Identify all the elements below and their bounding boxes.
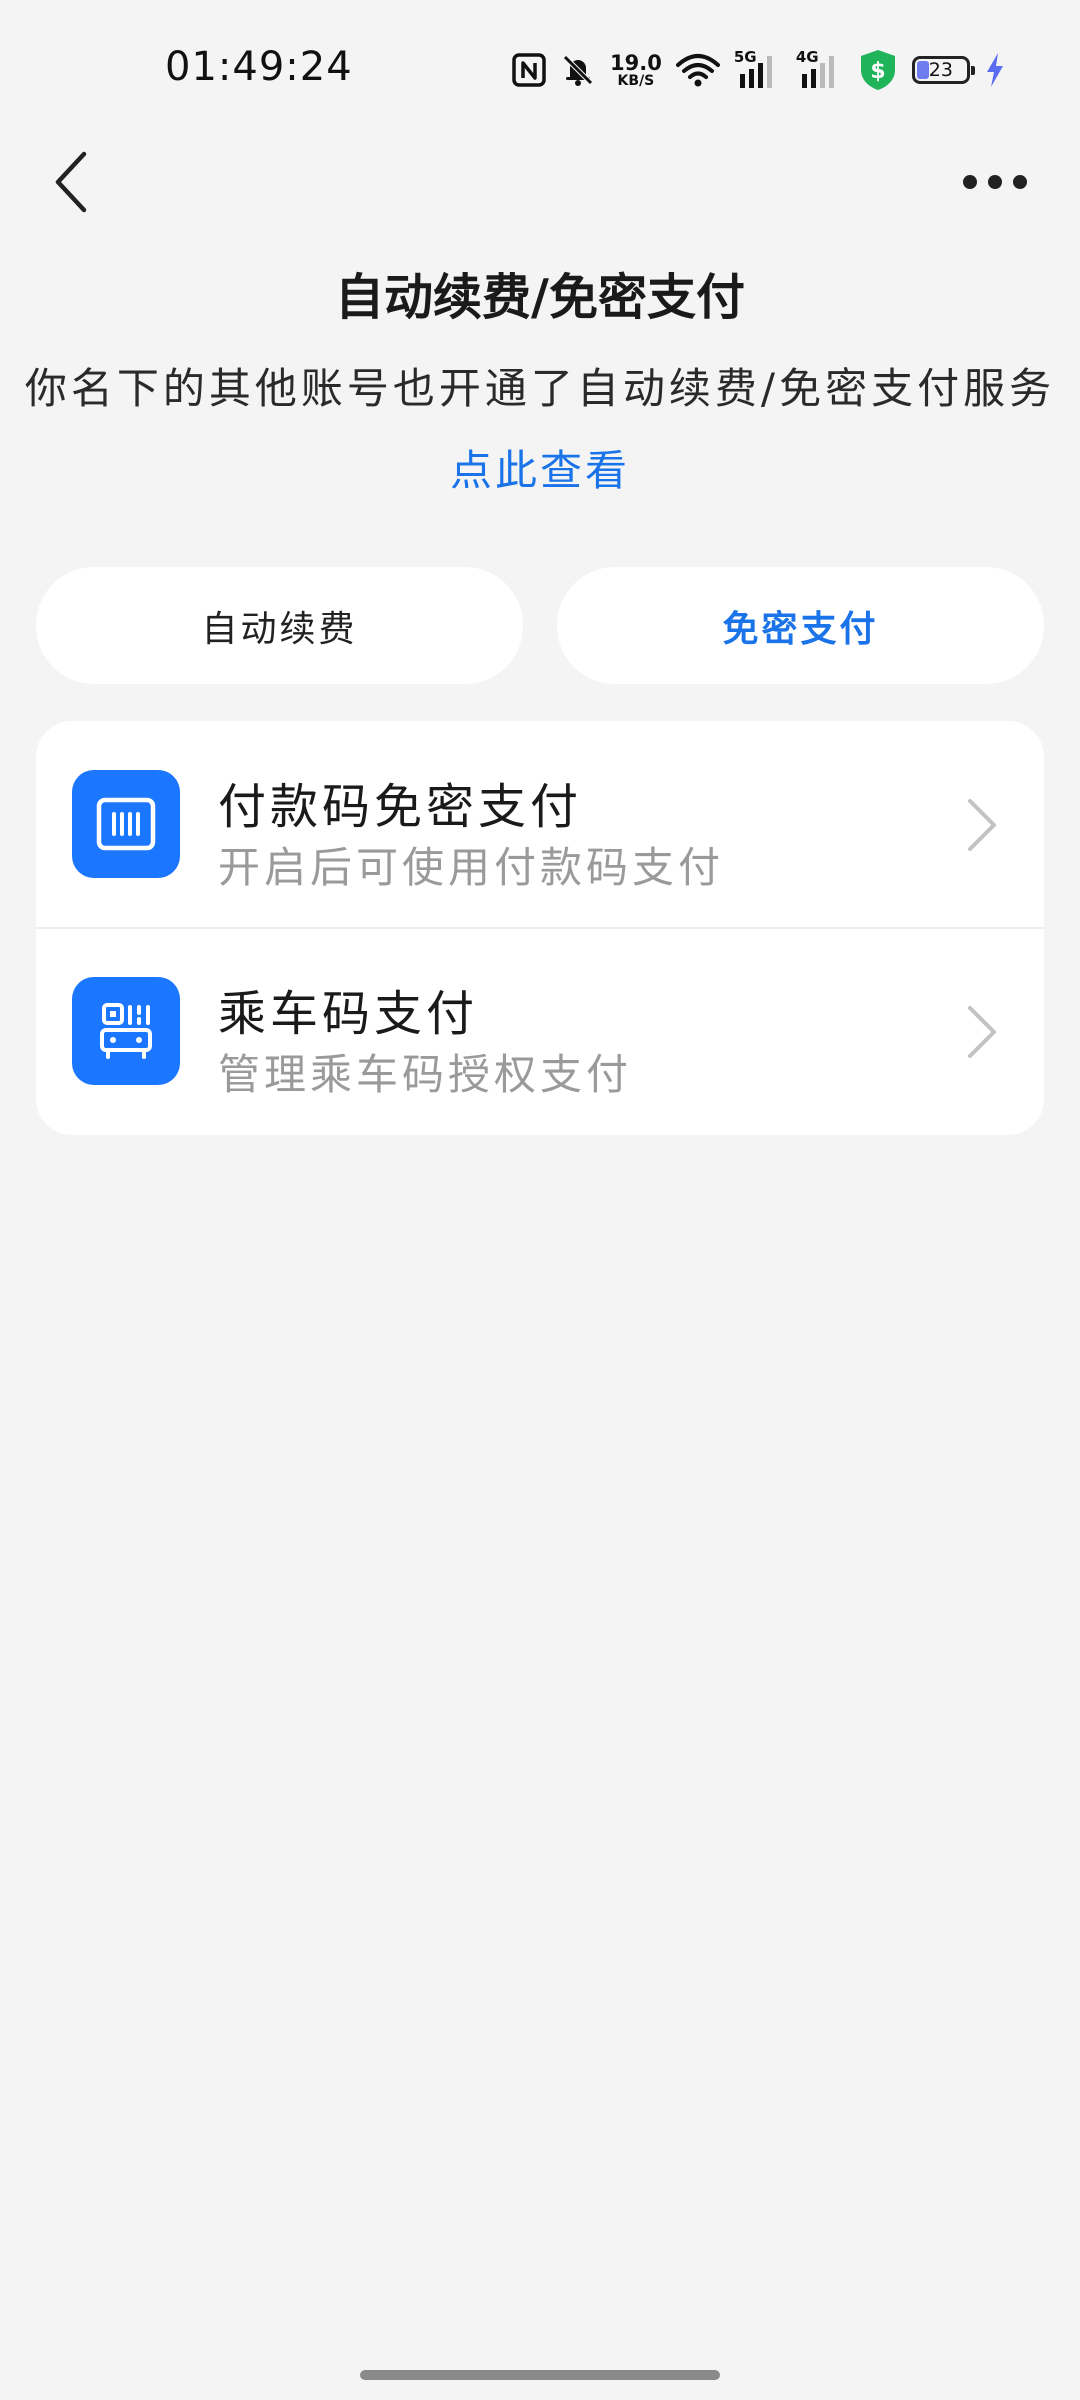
nfc-icon [512,53,546,87]
item-title: 付款码免密支付 [218,779,583,835]
view-link[interactable]: 点此查看 [0,437,1080,498]
back-button[interactable] [40,140,104,224]
svg-text:$: $ [870,59,885,84]
signal-4g-icon: 4G [795,48,844,90]
battery-group: 23 [911,52,1006,88]
bell-muted-icon [563,55,593,86]
charging-bolt-icon [986,53,1003,87]
wifi-icon [675,54,720,87]
battery-level: 23 [928,59,953,81]
chevron-right-icon [968,799,996,851]
item-title: 乘车码支付 [218,986,479,1042]
net-speed-value: 19.0 [610,50,662,75]
item-subtitle: 开启后可使用付款码支付 [218,843,725,892]
list-item-payment-code[interactable]: 付款码免密支付 开启后可使用付款码支付 [36,721,1044,929]
more-dots-icon [963,175,1027,189]
signal-5g-icon: 5G [733,48,782,90]
home-indicator[interactable] [360,2370,720,2380]
signal-5g-tag: 5G [733,48,757,66]
signal-4g-tag: 4G [795,48,819,66]
status-bar: 01:49:24 19.0 KB/S 5G 4G $ 23 [0,0,1080,140]
tab-password-free-payment[interactable]: 免密支付 [557,567,1044,684]
tab-auto-renewal[interactable]: 自动续费 [36,567,523,684]
chevron-left-icon [55,151,87,213]
item-subtitle: 管理乘车码授权支付 [218,1050,633,1099]
status-time: 01:49:24 [165,44,353,90]
payment-code-icon [72,770,180,878]
list-item-transit-code[interactable]: 乘车码支付 管理乘车码授权支付 [36,928,1044,1135]
net-speed-unit: KB/S [617,72,655,89]
battery-icon: 23 [911,56,975,84]
notice-text: 你名下的其他账号也开通了自动续费/免密支付服务 [24,364,1056,413]
payment-options-card: 付款码免密支付 开启后可使用付款码支付 乘车码支付 管理乘车码授权支付 [36,721,1044,1135]
chevron-right-icon [968,1006,996,1058]
transit-code-icon [72,977,180,1085]
status-icons: 19.0 KB/S 5G 4G $ 23 [512,46,1006,94]
page-title: 自动续费/免密支付 [335,269,745,326]
shield-dollar-icon: $ [860,50,895,90]
more-button[interactable] [950,150,1040,214]
net-speed: 19.0 KB/S [610,50,662,89]
